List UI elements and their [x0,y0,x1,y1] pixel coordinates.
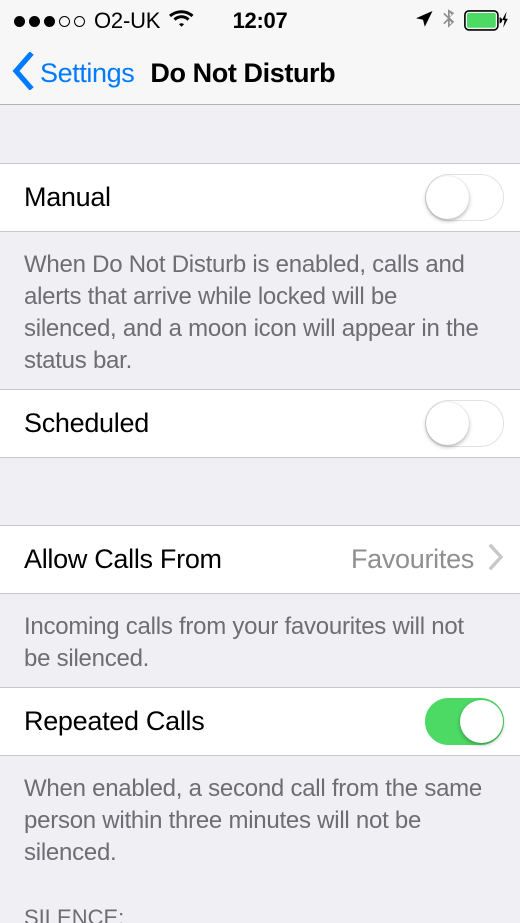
row-label-repeated-calls: Repeated Calls [24,706,205,736]
section-manual: Manual [0,163,520,232]
signal-dot-filled [29,15,40,27]
footer-manual: When Do Not Disturb is enabled, calls an… [0,232,520,389]
bluetooth-icon [442,8,456,34]
row-scheduled[interactable]: Scheduled [0,390,520,457]
iphone-screen: O2-UK 12:07 Settings Do Not Disturb Manu… [0,0,520,923]
section-scheduled: Scheduled [0,389,520,458]
row-label-scheduled: Scheduled [24,408,149,438]
cellular-signal-dots [14,15,85,27]
toggle-scheduled[interactable] [425,400,504,447]
toggle-knob [426,176,469,219]
row-label-allow-calls-from: Allow Calls From [24,544,222,574]
location-arrow-icon [414,9,434,34]
navigation-bar: Settings Do Not Disturb [0,42,520,105]
row-repeated-calls[interactable]: Repeated Calls [0,688,520,755]
footer-repeated-calls: When enabled, a second call from the sam… [0,756,520,881]
toggle-knob [426,402,469,445]
signal-dot-empty [74,15,85,27]
chevron-left-icon [12,50,34,95]
status-bar-right [414,0,508,42]
toggle-repeated-calls[interactable] [425,698,504,745]
wifi-icon [169,9,194,33]
row-allow-calls-from[interactable]: Allow Calls From Favourites [0,526,520,593]
status-bar: O2-UK 12:07 [0,0,520,42]
signal-dot-empty [59,15,70,27]
page-title: Do Not Disturb [150,57,336,88]
status-bar-left: O2-UK [14,8,194,34]
signal-dot-filled [44,15,55,27]
clock-label: 12:07 [232,8,288,33]
toggle-knob [460,700,503,743]
back-button-label: Settings [40,57,135,88]
section-allow-calls-from: Allow Calls From Favourites [0,525,520,594]
chevron-right-icon [488,543,504,576]
section-header-silence: SILENCE: [0,881,520,923]
section-repeated-calls: Repeated Calls [0,687,520,756]
back-button-settings[interactable]: Settings [12,50,135,95]
settings-list[interactable]: Manual When Do Not Disturb is enabled, c… [0,105,520,923]
battery-indicator [464,10,508,32]
signal-dot-filled [14,15,25,27]
carrier-label: O2-UK [94,8,161,33]
footer-allow-calls-from: Incoming calls from your favourites will… [0,594,520,687]
section-spacer [0,105,520,163]
row-label-manual: Manual [24,182,111,212]
row-manual[interactable]: Manual [0,164,520,231]
row-value-allow-calls-from: Favourites [350,544,474,574]
section-spacer [0,458,520,525]
toggle-manual[interactable] [425,174,504,221]
